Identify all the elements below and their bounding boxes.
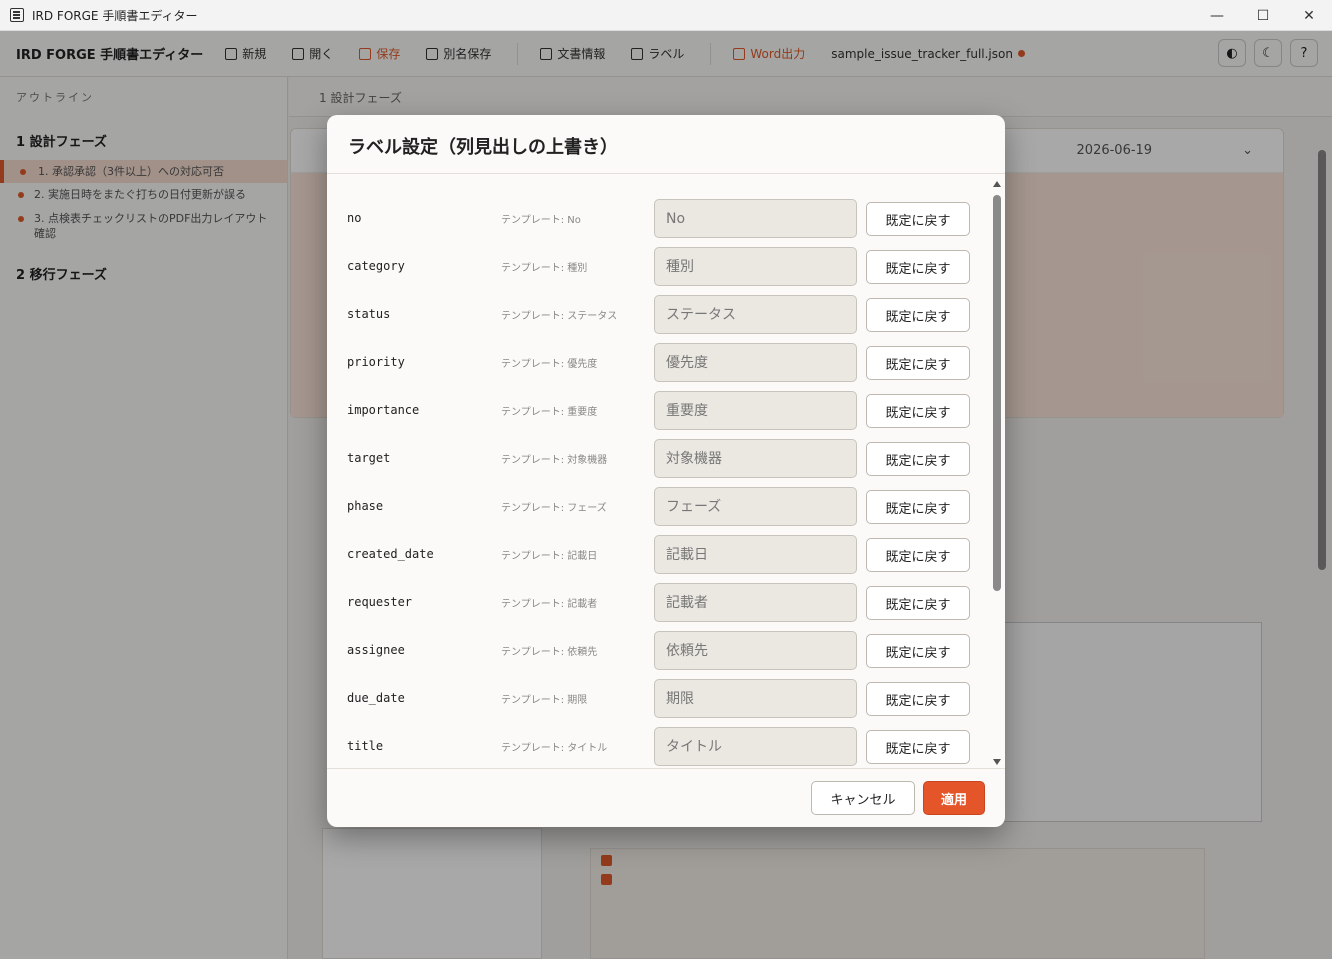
reset-default-button[interactable]: 既定に戻す xyxy=(866,250,970,284)
label-key: due_date xyxy=(347,691,405,705)
label-row: title テンプレート: タイトル 既定に戻す xyxy=(327,723,987,769)
reset-default-button[interactable]: 既定に戻す xyxy=(866,730,970,764)
label-input[interactable] xyxy=(654,487,857,526)
label-key: no xyxy=(347,211,362,225)
label-key: priority xyxy=(347,355,405,369)
label-key: target xyxy=(347,451,391,465)
label-row: phase テンプレート: フェーズ 既定に戻す xyxy=(327,483,987,531)
window-title: IRD FORGE 手順書エディター xyxy=(32,8,198,23)
label-row: due_date テンプレート: 期限 既定に戻す xyxy=(327,675,987,723)
label-key: title xyxy=(347,739,384,753)
label-input[interactable] xyxy=(654,343,857,382)
label-key: created_date xyxy=(347,547,434,561)
reset-default-button[interactable]: 既定に戻す xyxy=(866,346,970,380)
label-row: importance テンプレート: 重要度 既定に戻す xyxy=(327,387,987,435)
label-key: importance xyxy=(347,403,420,417)
maximize-button[interactable]: ☐ xyxy=(1240,0,1286,31)
label-row: target テンプレート: 対象機器 既定に戻す xyxy=(327,435,987,483)
scroll-down-arrow-icon[interactable] xyxy=(993,759,1001,765)
template-hint: テンプレート: 依頼先 xyxy=(501,647,598,658)
label-key: category xyxy=(347,259,405,273)
label-row: priority テンプレート: 優先度 既定に戻す xyxy=(327,339,987,387)
reset-default-button[interactable]: 既定に戻す xyxy=(866,538,970,572)
template-hint: テンプレート: 重要度 xyxy=(501,407,598,418)
label-input[interactable] xyxy=(654,631,857,670)
template-hint: テンプレート: No xyxy=(501,215,581,226)
reset-default-button[interactable]: 既定に戻す xyxy=(866,298,970,332)
apply-button[interactable]: 適用 xyxy=(923,781,985,815)
reset-default-button[interactable]: 既定に戻す xyxy=(866,634,970,668)
label-key: status xyxy=(347,307,391,321)
minimize-button[interactable]: — xyxy=(1194,0,1240,31)
label-key: requester xyxy=(347,595,413,609)
template-hint: テンプレート: 記載日 xyxy=(501,551,598,562)
reset-default-button[interactable]: 既定に戻す xyxy=(866,490,970,524)
label-row: category テンプレート: 種別 既定に戻す xyxy=(327,243,987,291)
cancel-button[interactable]: キャンセル xyxy=(811,781,915,815)
label-row: no テンプレート: No 既定に戻す xyxy=(327,195,987,243)
template-hint: テンプレート: ステータス xyxy=(501,311,618,322)
template-hint: テンプレート: フェーズ xyxy=(501,503,607,514)
window-controls: — ☐ ✕ xyxy=(1194,0,1332,31)
scrollbar-thumb[interactable] xyxy=(993,195,1001,591)
label-settings-dialog: ラベル設定（列見出しの上書き） no テンプレート: No 既定に戻す cate… xyxy=(327,115,1005,827)
template-hint: テンプレート: 種別 xyxy=(501,263,588,274)
label-input[interactable] xyxy=(654,199,857,238)
dialog-body: no テンプレート: No 既定に戻す category テンプレート: 種別 … xyxy=(327,175,1005,769)
dialog-scrollbar[interactable] xyxy=(991,179,1003,767)
reset-default-button[interactable]: 既定に戻す xyxy=(866,394,970,428)
label-input[interactable] xyxy=(654,727,857,766)
reset-default-button[interactable]: 既定に戻す xyxy=(866,682,970,716)
label-input[interactable] xyxy=(654,679,857,718)
dialog-footer: キャンセル 適用 xyxy=(327,768,1005,827)
label-row: requester テンプレート: 記載者 既定に戻す xyxy=(327,579,987,627)
label-row: assignee テンプレート: 依頼先 既定に戻す xyxy=(327,627,987,675)
scroll-up-arrow-icon[interactable] xyxy=(993,181,1001,187)
template-hint: テンプレート: 優先度 xyxy=(501,359,598,370)
app-icon xyxy=(10,8,24,22)
label-row: status テンプレート: ステータス 既定に戻す xyxy=(327,291,987,339)
template-hint: テンプレート: 期限 xyxy=(501,695,588,706)
template-hint: テンプレート: タイトル xyxy=(501,743,608,754)
template-hint: テンプレート: 記載者 xyxy=(501,599,598,610)
label-input[interactable] xyxy=(654,295,857,334)
reset-default-button[interactable]: 既定に戻す xyxy=(866,586,970,620)
label-row: created_date テンプレート: 記載日 既定に戻す xyxy=(327,531,987,579)
reset-default-button[interactable]: 既定に戻す xyxy=(866,202,970,236)
label-input[interactable] xyxy=(654,439,857,478)
close-button[interactable]: ✕ xyxy=(1286,0,1332,31)
window-titlebar: IRD FORGE 手順書エディター — ☐ ✕ xyxy=(0,0,1332,31)
template-hint: テンプレート: 対象機器 xyxy=(501,455,608,466)
label-input[interactable] xyxy=(654,535,857,574)
label-input[interactable] xyxy=(654,583,857,622)
reset-default-button[interactable]: 既定に戻す xyxy=(866,442,970,476)
dialog-title: ラベル設定（列見出しの上書き） xyxy=(327,115,1005,174)
label-input[interactable] xyxy=(654,247,857,286)
label-input[interactable] xyxy=(654,391,857,430)
label-key: phase xyxy=(347,499,384,513)
label-key: assignee xyxy=(347,643,405,657)
